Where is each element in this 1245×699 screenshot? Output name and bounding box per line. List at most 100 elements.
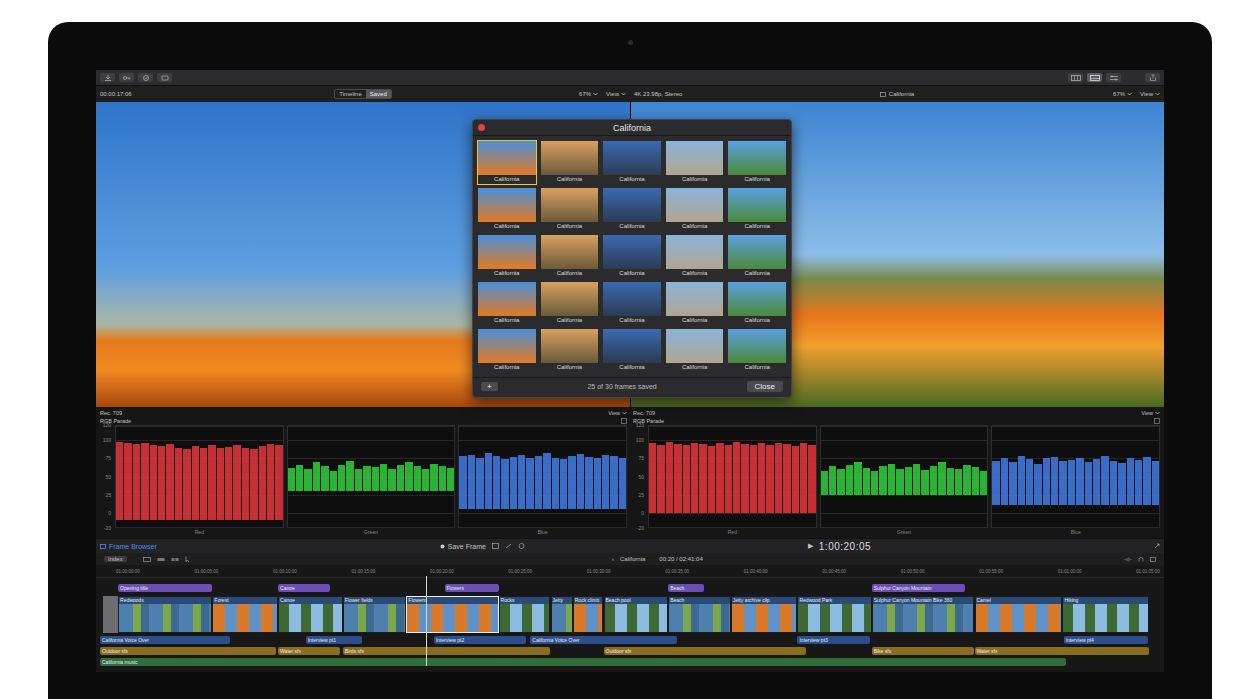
viewer-mode-tab[interactable]: Timeline bbox=[335, 90, 365, 98]
video-clip[interactable]: Beach pool bbox=[604, 596, 669, 633]
title-clip[interactable]: Opening title bbox=[118, 584, 212, 592]
saved-frame[interactable]: California bbox=[602, 281, 662, 326]
browser-toggle[interactable] bbox=[1068, 73, 1083, 82]
video-clip[interactable]: Flowers bbox=[406, 596, 498, 633]
check-button[interactable] bbox=[138, 73, 153, 82]
viewer-mode-tab[interactable]: Saved bbox=[366, 90, 391, 98]
video-clip[interactable]: Rocks bbox=[499, 596, 551, 633]
background-tasks-button[interactable] bbox=[157, 73, 172, 82]
fullscreen-button[interactable] bbox=[1154, 543, 1160, 549]
video-clip[interactable]: Redwood Park bbox=[797, 596, 871, 633]
video-clip[interactable]: Jetty archive clip bbox=[731, 596, 798, 633]
saved-frame[interactable]: California bbox=[540, 281, 600, 326]
crop-button[interactable] bbox=[492, 543, 499, 549]
audio-clip[interactable]: Interview pt3 bbox=[797, 636, 869, 644]
audio-clip[interactable]: Interview pt1 bbox=[306, 636, 362, 644]
saved-frame[interactable]: California bbox=[477, 234, 537, 279]
index-button[interactable]: Index bbox=[104, 556, 127, 562]
audio-clip[interactable]: California music bbox=[100, 658, 1066, 666]
saved-frame[interactable]: California bbox=[602, 140, 662, 185]
frame-label: California bbox=[745, 363, 770, 372]
transform-button[interactable] bbox=[505, 543, 512, 549]
video-clip[interactable]: Rock climb bbox=[573, 596, 604, 633]
axis-tick: 120 bbox=[636, 422, 644, 428]
scope-view-menu[interactable]: View bbox=[1141, 409, 1160, 417]
close-icon[interactable] bbox=[478, 124, 485, 131]
keyword-button[interactable] bbox=[119, 73, 134, 82]
solo-button[interactable] bbox=[1138, 557, 1144, 562]
audio-clip[interactable]: California Voice Over bbox=[100, 636, 230, 644]
insert-button[interactable] bbox=[171, 557, 179, 562]
import-button[interactable] bbox=[100, 73, 115, 82]
speed-button[interactable] bbox=[518, 543, 525, 549]
audio-clip[interactable]: Birds sfx bbox=[343, 647, 551, 655]
saved-frame[interactable]: California bbox=[665, 234, 725, 279]
audio-clip[interactable]: Outdoor sfx bbox=[604, 647, 806, 655]
saved-frame[interactable]: California bbox=[477, 281, 537, 326]
ruler-mark: 01:00:30:00 bbox=[587, 569, 611, 574]
saved-frame[interactable]: California bbox=[477, 187, 537, 232]
playhead[interactable] bbox=[426, 576, 427, 666]
title-clip[interactable]: Sulphur Canyon Mountain bbox=[872, 584, 965, 592]
audio-clip[interactable]: Bike sfx bbox=[872, 647, 975, 655]
saved-frame[interactable]: California bbox=[665, 187, 725, 232]
timeline-settings-button[interactable] bbox=[1150, 557, 1156, 562]
audio-skimming-button[interactable] bbox=[1124, 557, 1132, 562]
audio-clip[interactable]: Outdoor sfx bbox=[100, 647, 276, 655]
saved-frame[interactable]: California bbox=[665, 281, 725, 326]
video-clip[interactable]: Canoe bbox=[278, 596, 343, 633]
play-button[interactable]: ▶ bbox=[808, 542, 813, 550]
timeline-toggle[interactable] bbox=[1087, 73, 1102, 82]
zoom-menu[interactable]: 67% bbox=[579, 91, 598, 97]
inspector-toggle[interactable] bbox=[1106, 73, 1121, 82]
video-clip[interactable]: Hiking bbox=[1062, 596, 1149, 633]
saved-frame[interactable]: California bbox=[540, 328, 600, 373]
audio-clip[interactable]: California Voice Over bbox=[530, 636, 676, 644]
view-menu[interactable]: View bbox=[1140, 91, 1160, 97]
video-clip[interactable]: Redwoods bbox=[118, 596, 212, 633]
audio-clip[interactable]: Interview pt2 bbox=[434, 636, 526, 644]
audio-clip[interactable]: Water sfx bbox=[278, 647, 339, 655]
audio-clip[interactable]: Water sfx bbox=[975, 647, 1150, 655]
settings-icon[interactable] bbox=[621, 418, 627, 424]
saved-frame[interactable]: California bbox=[727, 187, 787, 232]
title-clip[interactable]: Canoe bbox=[278, 584, 330, 592]
back-button[interactable]: ‹ bbox=[612, 556, 614, 562]
saved-frame[interactable]: California bbox=[727, 281, 787, 326]
saved-frame[interactable]: California bbox=[602, 187, 662, 232]
audio-clip[interactable]: Interview pt4 bbox=[1064, 636, 1149, 644]
video-clip[interactable]: Jetty bbox=[551, 596, 573, 633]
saved-frame[interactable]: California bbox=[727, 328, 787, 373]
saved-frame[interactable]: California bbox=[727, 234, 787, 279]
video-clip[interactable]: Beach bbox=[668, 596, 731, 633]
title-clip[interactable]: Flowers bbox=[445, 584, 499, 592]
saved-frame[interactable]: California bbox=[477, 328, 537, 373]
video-clip[interactable]: Forest bbox=[212, 596, 278, 633]
saved-frame[interactable]: California bbox=[727, 140, 787, 185]
tool-menu[interactable] bbox=[185, 556, 191, 562]
append-button[interactable] bbox=[157, 557, 165, 562]
saved-frame[interactable]: California bbox=[602, 328, 662, 373]
saved-frame[interactable]: California bbox=[540, 140, 600, 185]
close-button[interactable]: Close bbox=[747, 381, 783, 392]
save-frame-button[interactable]: Save Frame bbox=[440, 543, 486, 550]
saved-frame[interactable]: California bbox=[477, 140, 537, 185]
frame-browser-button[interactable]: Frame Browser bbox=[100, 543, 157, 550]
video-clip[interactable]: Flower fields bbox=[343, 596, 407, 633]
saved-frame[interactable]: California bbox=[665, 140, 725, 185]
saved-frame[interactable]: California bbox=[602, 234, 662, 279]
scope-view-menu[interactable]: View bbox=[608, 409, 627, 417]
saved-frame[interactable]: California bbox=[540, 187, 600, 232]
saved-frame[interactable]: California bbox=[540, 234, 600, 279]
clip-appearance-button[interactable] bbox=[143, 557, 151, 562]
settings-icon[interactable] bbox=[1154, 418, 1160, 424]
view-menu[interactable]: View bbox=[606, 91, 626, 97]
video-clip[interactable]: Sulphur Canyon Mountain Bike 360 bbox=[872, 596, 975, 633]
title-clip[interactable]: Beach bbox=[668, 584, 704, 592]
video-clip[interactable]: Camel bbox=[975, 596, 1063, 633]
add-button[interactable]: + bbox=[481, 382, 498, 391]
share-button[interactable] bbox=[1145, 73, 1160, 82]
gap-clip[interactable] bbox=[103, 596, 118, 633]
zoom-menu[interactable]: 67% bbox=[1113, 91, 1132, 97]
saved-frame[interactable]: California bbox=[665, 328, 725, 373]
